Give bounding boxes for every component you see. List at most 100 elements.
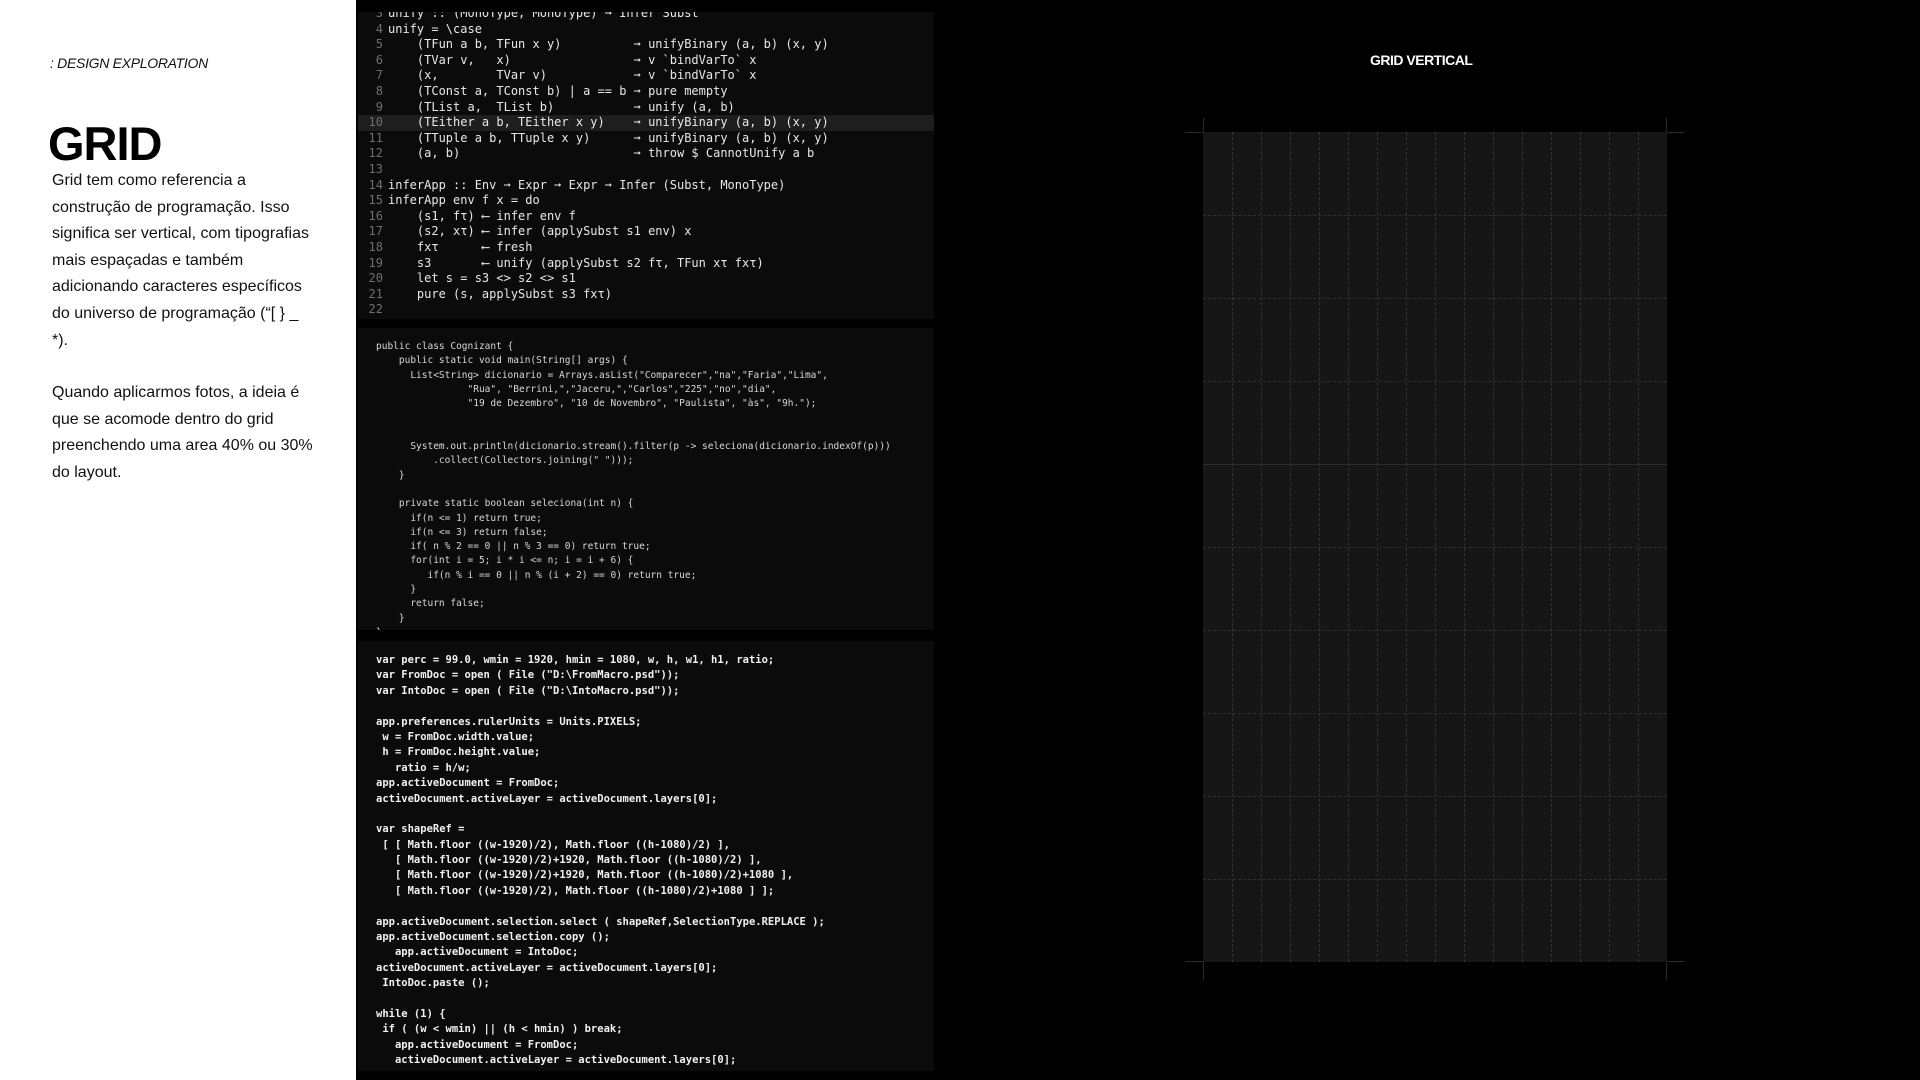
grid-row-line — [1203, 630, 1667, 631]
haskell-code-body: 3 unify :: (MonoType, MonoType) ➞ Infer S… — [358, 12, 934, 318]
code-text: inferApp env f x = do — [388, 193, 540, 208]
code-line: List<String> dicionario = Arrays.asList(… — [376, 369, 828, 381]
grid-row-line — [1203, 547, 1667, 548]
code-text: (TList a, TList b) ➞ unify (a, b) — [388, 99, 735, 114]
code-text: unify :: (MonoType, MonoType) ➞ Infer Su… — [388, 12, 699, 20]
code-text: (TConst a, TConst b) | a == b ➞ pure mem… — [388, 83, 728, 98]
code-line: 22 — [358, 302, 934, 318]
code-text: unify = \case — [388, 21, 482, 36]
code-line: 16 (s1, fτ) ⟵ infer env f — [358, 209, 934, 225]
code-line: if(n <= 1) return true; — [376, 512, 542, 524]
code-line: if(n <= 3) return false; — [376, 526, 548, 538]
line-number: 12 — [368, 146, 383, 161]
code-text: (s2, xτ) ⟵ infer (applySubst s1 env) x — [388, 224, 692, 239]
code-text: fxτ ⟵ fresh — [388, 239, 533, 254]
code-line: 18 fxτ ⟵ fresh — [358, 240, 934, 256]
code-text: (s1, fτ) ⟵ infer env f — [388, 208, 576, 223]
code-line: 10 (TEither a b, TEither x y) ➞ unifyBin… — [358, 115, 934, 131]
code-line: if( n % 2 == 0 || n % 3 == 0) return tru… — [376, 541, 651, 553]
grid-title: GRID VERTICAL — [1370, 52, 1473, 68]
code-text: (TEither a b, TEither x y) ➞ unifyBinary… — [388, 115, 829, 130]
code-line: } — [376, 626, 891, 630]
code-line: "Rua", "Berrini,","Jaceru,","Carlos","22… — [376, 383, 777, 395]
code-line: 21 pure (s, applySubst s3 fxτ) — [358, 287, 934, 303]
code-line: public static void main(String[] args) { — [376, 355, 628, 367]
line-number: 14 — [368, 177, 383, 192]
description-paragraph-1: Grid tem como referencia a construção de… — [52, 172, 309, 349]
code-line: 8 (TConst a, TConst b) | a == b ➞ pure m… — [358, 84, 934, 100]
code-line: app.preferences.rulerUnits = Units.PIXEL… — [376, 715, 642, 728]
code-line: app.activeDocument = FromDoc; — [376, 777, 560, 790]
code-line: [ Math.floor ((w-1920)/2)+1920, Math.flo… — [376, 854, 762, 867]
code-line: var FromDoc = open ( File ("D:\FromMacro… — [376, 669, 680, 682]
line-number: 20 — [368, 271, 383, 286]
code-line: [ Math.floor ((w-1920)/2)+1920, Math.flo… — [376, 869, 794, 882]
line-number: 16 — [368, 208, 383, 223]
code-text: (x, TVar v) ➞ v `bindVarTo` x — [388, 68, 757, 83]
line-number: 9 — [375, 99, 383, 114]
grid-frame — [1203, 132, 1667, 962]
line-number: 22 — [368, 302, 383, 317]
code-text: let s = s3 <> s2 <> s1 — [388, 271, 576, 286]
code-line: 20 let s = s3 <> s2 <> s1 — [358, 271, 934, 287]
line-number: 6 — [375, 52, 383, 67]
code-text: (TVar v, x) ➞ v `bindVarTo` x — [388, 52, 757, 67]
code-line: while (1) { — [376, 1007, 446, 1020]
code-line: w = FromDoc.width.value; — [376, 730, 535, 743]
code-line: activeDocument.activeLayer = activeDocum… — [376, 1054, 737, 1067]
code-line: 6 (TVar v, x) ➞ v `bindVarTo` x — [358, 53, 934, 69]
code-line: return false; — [376, 598, 485, 610]
line-number: 21 — [368, 286, 383, 301]
code-column: 3 unify :: (MonoType, MonoType) ➞ Infer S… — [356, 0, 936, 1080]
line-number: 17 — [368, 224, 383, 239]
java-code-body: public class Cognizant { public static v… — [376, 340, 891, 630]
code-line: "19 de Dezembro", "10 de Novembro", "Pau… — [376, 398, 817, 410]
line-number: 13 — [368, 161, 383, 176]
description-panel: : DESIGN EXPLORATION GRID Grid tem como … — [0, 0, 356, 1080]
java-code-panel: public class Cognizant { public static v… — [358, 328, 934, 630]
code-line: public class Cognizant { — [376, 341, 514, 352]
javascript-code-panel: var perc = 99.0, wmin = 1920, hmin = 108… — [358, 641, 934, 1071]
code-line: app.activeDocument = IntoDoc; — [376, 946, 579, 959]
code-line: 14 inferApp :: Env ➞ Expr ➞ Expr ➞ Infer … — [358, 178, 934, 194]
code-text: (TFun a b, TFun x y) ➞ unifyBinary (a, b… — [388, 37, 829, 52]
code-line: .collect(Collectors.joining(" "))); — [376, 455, 634, 467]
code-line: var perc = 99.0, wmin = 1920, hmin = 108… — [376, 654, 775, 666]
code-line: app.activeDocument.selection.copy (); — [376, 931, 610, 944]
grid-row-line — [1203, 298, 1667, 299]
grid-row-line — [1203, 713, 1667, 714]
code-line: } — [376, 612, 405, 624]
line-number: 15 — [368, 193, 383, 208]
grid-row-line — [1203, 879, 1667, 880]
code-line: 19 s3 ⟵ unify (applySubst s2 fτ, TFun xτ… — [358, 256, 934, 272]
code-line: 12 (a, b) ➞ throw $ CannotUnify a b — [358, 146, 934, 162]
code-line: var shapeRef = — [376, 823, 465, 836]
code-line: private static boolean seleciona(int n) … — [376, 498, 634, 510]
code-line: } — [376, 469, 405, 481]
code-line: 3 unify :: (MonoType, MonoType) ➞ Infer S… — [358, 12, 934, 22]
line-number: 8 — [375, 83, 383, 98]
line-number: 19 — [368, 255, 383, 270]
section-eyebrow: : DESIGN EXPLORATION — [50, 55, 208, 71]
code-line: var IntoDoc = open ( File ("D:\IntoMacro… — [376, 684, 680, 697]
code-line: 13 — [358, 162, 934, 178]
line-number: 11 — [368, 130, 383, 145]
line-number: 3 — [375, 12, 383, 20]
code-line: for(int i = 5; i * i <= n; i = i + 6) { — [376, 555, 634, 567]
grid-row-line — [1203, 215, 1667, 216]
code-text: pure (s, applySubst s3 fxτ) — [388, 286, 612, 301]
grid-row-line — [1203, 796, 1667, 797]
line-number: 5 — [375, 37, 383, 52]
code-line: app.activeDocument = FromDoc; — [376, 1038, 579, 1051]
grid-mockup — [1185, 118, 1685, 980]
code-text: (TTuple a b, TTuple x y) ➞ unifyBinary (… — [388, 130, 829, 145]
code-line: 9 (TList a, TList b) ➞ unify (a, b) — [358, 100, 934, 116]
code-text: s3 ⟵ unify (applySubst s2 fτ, TFun xτ fx… — [388, 255, 764, 270]
code-line: 15 inferApp env f x = do — [358, 193, 934, 209]
